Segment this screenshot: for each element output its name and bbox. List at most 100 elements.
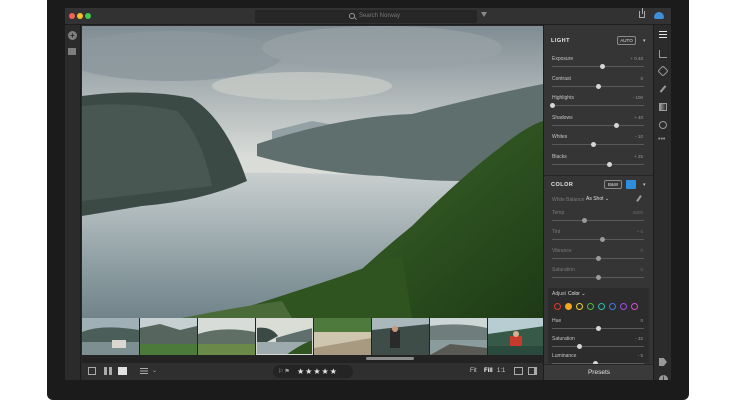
color-swatch[interactable] bbox=[620, 303, 627, 310]
color-tint-value[interactable]: + 6 bbox=[637, 229, 643, 234]
light-contrast-label: Contrast bbox=[552, 75, 571, 82]
radial-gradient-icon[interactable] bbox=[659, 121, 667, 129]
detail-view-icon[interactable] bbox=[118, 367, 127, 375]
main-photo bbox=[82, 26, 543, 318]
color-swatch[interactable] bbox=[609, 303, 616, 310]
color-vibrance-value[interactable]: 0 bbox=[640, 248, 643, 253]
color-saturation-slider[interactable] bbox=[552, 275, 644, 280]
mixer-hue-slider-handle[interactable] bbox=[595, 326, 601, 331]
collapse-light-icon[interactable]: ▾ bbox=[643, 38, 646, 44]
light-blacks-slider-handle[interactable] bbox=[606, 161, 612, 167]
color-swatch[interactable] bbox=[565, 303, 572, 310]
color-temp-slider[interactable] bbox=[552, 218, 644, 223]
light-highlights-value[interactable]: - 100 bbox=[633, 95, 643, 100]
filmstrip-thumbnail[interactable] bbox=[488, 318, 543, 355]
filmstrip-thumbnail[interactable] bbox=[430, 318, 487, 355]
color-tint-slider[interactable] bbox=[552, 237, 644, 242]
color-saturation-value[interactable]: 0 bbox=[640, 267, 643, 272]
star-rating[interactable]: ★★★★★ bbox=[297, 367, 338, 376]
light-shadows-slider-handle[interactable] bbox=[613, 122, 619, 128]
light-blacks-value[interactable]: + 25 bbox=[634, 154, 643, 159]
chevron-down-icon[interactable]: ⌄ bbox=[152, 367, 157, 374]
zoom-1-1-button[interactable]: 1:1 bbox=[497, 368, 505, 374]
light-highlights-slider[interactable] bbox=[549, 103, 644, 108]
bottom-toolbar: ⌄ ⚐⚑ ★★★★★ Fit Fill 1:1 bbox=[82, 363, 543, 380]
color-swatch[interactable] bbox=[631, 303, 638, 310]
light-exposure-slider[interactable] bbox=[552, 64, 644, 69]
square-grid-view-icon[interactable] bbox=[88, 367, 96, 375]
filmstrip-thumbnail[interactable] bbox=[82, 318, 139, 355]
zoom-window-button[interactable] bbox=[85, 13, 91, 19]
light-contrast-slider-handle[interactable] bbox=[595, 83, 601, 89]
filmstrip-thumbnail[interactable] bbox=[140, 318, 197, 355]
photo-grid-view-icon[interactable] bbox=[104, 367, 112, 375]
info-icon[interactable]: i bbox=[659, 375, 668, 380]
brush-icon[interactable] bbox=[659, 85, 667, 93]
mixer-saturation-value[interactable]: - 32 bbox=[635, 336, 643, 341]
filmstrip-scrollbar[interactable] bbox=[366, 357, 414, 360]
left-toolbar: + bbox=[65, 25, 81, 380]
more-icon[interactable]: ••• bbox=[658, 136, 666, 146]
filmstrip-thumbnail[interactable] bbox=[372, 318, 429, 355]
color-mixer-button[interactable] bbox=[626, 180, 636, 189]
toggle-panel-icon[interactable] bbox=[528, 367, 537, 375]
color-swatch[interactable] bbox=[554, 303, 561, 310]
color-saturation-slider-handle[interactable] bbox=[595, 275, 601, 280]
keyword-tag-icon[interactable] bbox=[659, 358, 667, 366]
collapse-color-icon[interactable]: ▾ bbox=[643, 182, 646, 188]
color-tint-slider-handle[interactable] bbox=[600, 237, 606, 242]
color-temp-value[interactable]: 5000 bbox=[633, 210, 643, 215]
light-blacks-slider[interactable] bbox=[552, 161, 644, 167]
light-contrast-value[interactable]: 0 bbox=[640, 76, 643, 81]
healing-icon[interactable] bbox=[657, 65, 669, 77]
light-shadows-slider[interactable] bbox=[552, 122, 644, 128]
edit-sliders-icon[interactable] bbox=[659, 31, 667, 39]
color-vibrance-slider-handle[interactable] bbox=[595, 256, 601, 261]
bw-button[interactable]: B&W bbox=[604, 180, 622, 189]
minimize-window-button[interactable] bbox=[77, 13, 83, 19]
mixer-hue-slider[interactable] bbox=[552, 326, 644, 331]
zoom-fit-button[interactable]: Fit bbox=[470, 368, 477, 374]
color-swatch[interactable] bbox=[587, 303, 594, 310]
library-icon[interactable] bbox=[68, 48, 76, 55]
zoom-fill-button[interactable]: Fill bbox=[484, 368, 493, 374]
flag-icons[interactable]: ⚐⚑ bbox=[278, 368, 291, 375]
color-vibrance-slider[interactable] bbox=[552, 256, 644, 261]
light-whites-slider[interactable] bbox=[552, 142, 644, 147]
filmstrip-thumbnail[interactable] bbox=[198, 318, 255, 355]
auto-button[interactable]: AUTO bbox=[617, 36, 636, 45]
light-whites-value[interactable]: - 10 bbox=[635, 134, 643, 139]
color-tint-label: Tint bbox=[552, 229, 561, 235]
filmstrip[interactable] bbox=[82, 318, 543, 363]
filter-icon[interactable] bbox=[481, 12, 487, 17]
light-highlights-slider-handle[interactable] bbox=[549, 103, 555, 108]
linear-gradient-icon[interactable] bbox=[659, 103, 667, 111]
share-icon[interactable] bbox=[639, 8, 645, 18]
mixer-saturation-slider[interactable] bbox=[552, 343, 644, 349]
mixer-hue-value[interactable]: 0 bbox=[640, 318, 643, 323]
close-window-button[interactable] bbox=[69, 13, 75, 19]
color-swatch[interactable] bbox=[576, 303, 583, 310]
light-shadows-value[interactable]: + 40 bbox=[634, 115, 643, 120]
add-photos-icon[interactable]: + bbox=[68, 31, 77, 40]
filmstrip-thumbnail[interactable] bbox=[314, 318, 371, 355]
compare-view-icon[interactable] bbox=[514, 367, 523, 375]
cloud-icon[interactable] bbox=[654, 12, 664, 19]
sort-icon[interactable] bbox=[140, 368, 148, 374]
mixer-mode-dropdown[interactable]: Color ⌄ bbox=[568, 291, 586, 297]
light-contrast-slider[interactable] bbox=[552, 83, 644, 89]
eyedropper-icon[interactable] bbox=[636, 195, 642, 202]
light-exposure-slider-handle[interactable] bbox=[600, 64, 606, 69]
light-exposure-value[interactable]: + 0.40 bbox=[630, 56, 643, 61]
mixer-saturation-slider-handle[interactable] bbox=[577, 343, 583, 349]
white-balance-dropdown[interactable]: As Shot ⌄ bbox=[586, 196, 609, 202]
filmstrip-thumbnail-selected[interactable] bbox=[256, 318, 313, 355]
search-field[interactable]: Search Norway bbox=[255, 10, 477, 23]
light-whites-slider-handle[interactable] bbox=[590, 142, 596, 147]
mixer-luminance-value[interactable]: - 5 bbox=[638, 353, 643, 358]
crop-icon[interactable] bbox=[659, 50, 667, 58]
presets-button[interactable]: Presets bbox=[544, 364, 654, 380]
light-whites-label: Whites bbox=[552, 134, 568, 140]
color-swatch[interactable] bbox=[598, 303, 605, 310]
color-temp-slider-handle[interactable] bbox=[581, 218, 587, 223]
